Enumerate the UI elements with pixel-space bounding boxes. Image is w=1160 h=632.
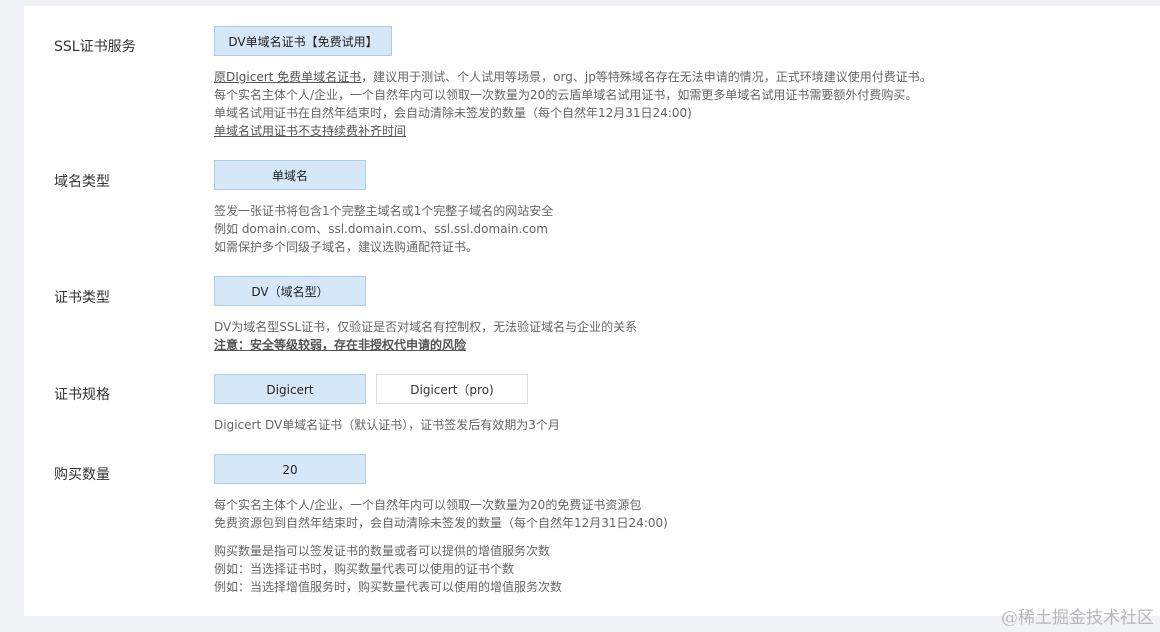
ssl-service-label: SSL证书服务 (54, 39, 136, 55)
domain-type-option-single[interactable]: 单域名 (214, 160, 366, 190)
security-warning[interactable]: 注意：安全等级较弱，存在非授权代申请的风险 (214, 336, 637, 354)
quantity-label: 购买数量 (54, 467, 110, 483)
cert-type-description: DV为域名型SSL证书，仅验证是否对域名有控制权，无法验证域名与企业的关系 注意… (214, 320, 638, 354)
cert-type-option-dv[interactable]: DV（域名型） (214, 276, 366, 306)
cert-type-label: 证书类型 (54, 290, 110, 306)
quantity-description-a: 每个实名主体个人/企业，一个自然年内可以领取一次数量为20的免费证书资源包 免费… (214, 498, 668, 530)
quantity-input[interactable]: 20 (214, 454, 366, 484)
ssl-option-dv-free-trial[interactable]: DV单域名证书【免费试用】 (214, 26, 392, 56)
spec-option-digicert[interactable]: Digicert (214, 374, 366, 404)
cert-spec-description: Digicert DV单域名证书（默认证书），证书签发后有效期为3个月 (214, 418, 560, 432)
domain-type-description: 签发一张证书将包含1个完整主域名或1个完整子域名的网站安全 例如 domain.… (214, 204, 554, 254)
quantity-description-b: 购买数量是指可以签发证书的数量或者可以提供的增值服务次数 例如：当选择证书时，购… (214, 544, 563, 594)
no-renewal-link[interactable]: 单域名试用证书不支持续费补齐时间 (214, 122, 932, 140)
domain-type-label: 域名类型 (54, 174, 110, 190)
digicert-free-link[interactable]: 原DIgicert 免费单域名证书 (214, 70, 361, 84)
spec-option-digicert-pro[interactable]: Digicert（pro) (376, 374, 528, 404)
watermark-text: @稀土掘金技术社区 (1001, 608, 1154, 628)
ssl-description: 原DIgicert 免费单域名证书，建议用于测试、个人试用等场景，org、jp等… (214, 70, 932, 140)
cert-spec-label: 证书规格 (54, 387, 110, 403)
purchase-form-panel: SSL证书服务 DV单域名证书【免费试用】 原DIgicert 免费单域名证书，… (24, 6, 1160, 616)
